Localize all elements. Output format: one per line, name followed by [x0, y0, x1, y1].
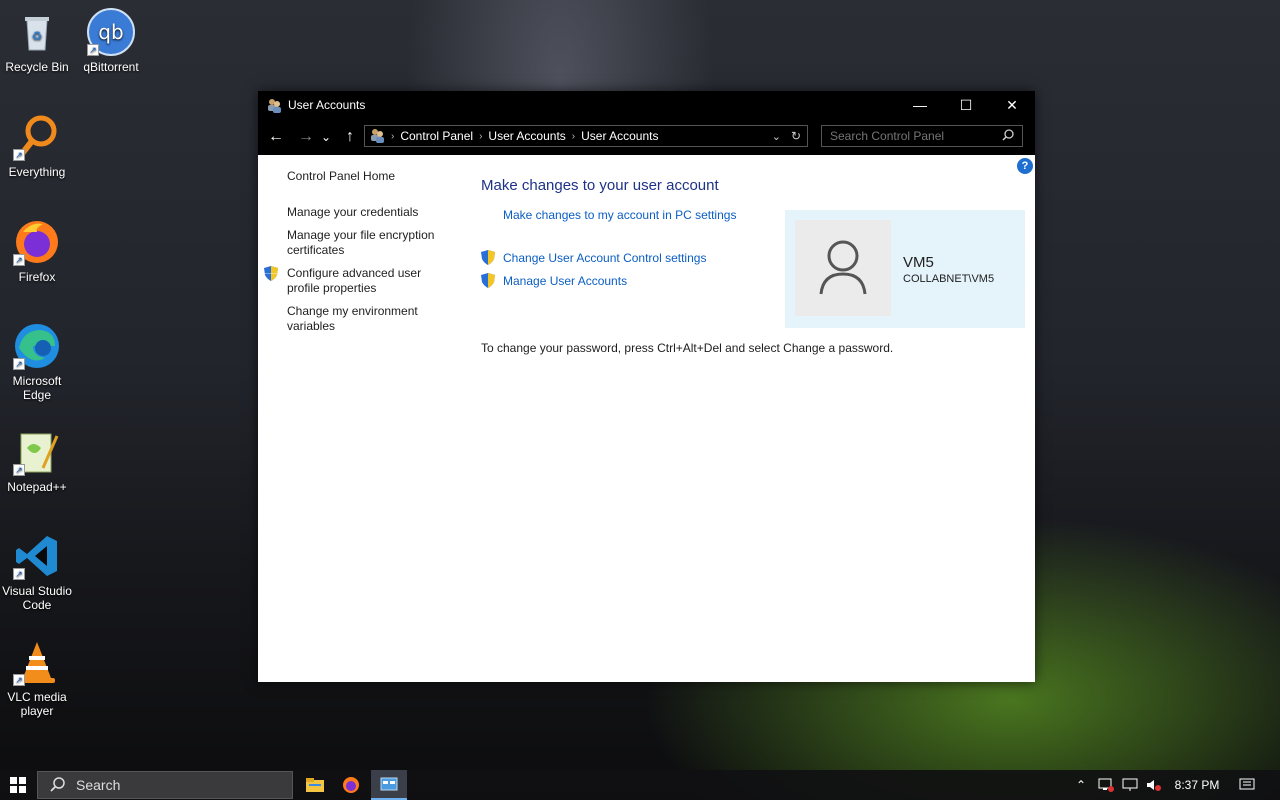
- file-explorer-icon[interactable]: [297, 770, 333, 800]
- nav-advanced-profile-properties[interactable]: Configure advanced user profile properti…: [287, 266, 427, 296]
- avatar: [795, 220, 891, 316]
- forward-button[interactable]: →: [294, 125, 318, 149]
- desktop-icon-recycle-bin[interactable]: ♻ Recycle Bin: [0, 8, 74, 74]
- search-icon: [1002, 128, 1014, 144]
- search-icon: [50, 776, 66, 795]
- page-heading: Make changes to your user account: [481, 177, 719, 194]
- up-button[interactable]: ↑: [338, 125, 362, 149]
- password-note: To change your password, press Ctrl+Alt+…: [481, 341, 894, 355]
- firefox-taskbar-icon[interactable]: [333, 770, 369, 800]
- shortcut-arrow-icon: ↗: [13, 358, 25, 370]
- shortcut-arrow-icon: ↗: [13, 149, 25, 161]
- account-name: VM5: [903, 254, 934, 271]
- recycle-bin-icon: ♻: [13, 8, 61, 56]
- uac-shield-icon: [481, 273, 495, 288]
- shortcut-arrow-icon: ↗: [13, 674, 25, 686]
- desktop-icon-qbittorrent[interactable]: qb ↗ qBittorrent: [74, 8, 148, 74]
- breadcrumb-control-panel[interactable]: Control Panel: [400, 129, 473, 143]
- network-status-icon[interactable]: [1096, 770, 1116, 800]
- close-button[interactable]: ✕: [989, 91, 1035, 119]
- shortcut-arrow-icon: ↗: [87, 44, 99, 56]
- refresh-icon[interactable]: ↻: [791, 129, 801, 143]
- address-dropdown-icon[interactable]: ⌄: [772, 130, 781, 143]
- user-accounts-icon: [266, 97, 282, 113]
- pc-settings-link[interactable]: Make changes to my account in PC setting…: [503, 208, 781, 222]
- nav-manage-credentials[interactable]: Manage your credentials: [287, 205, 447, 220]
- qbittorrent-icon: qb ↗: [87, 8, 135, 56]
- start-button[interactable]: [0, 770, 36, 800]
- shortcut-arrow-icon: ↗: [13, 254, 25, 266]
- window-title: User Accounts: [288, 98, 366, 112]
- volume-muted-icon[interactable]: [1144, 770, 1164, 800]
- windows-logo-icon: [10, 777, 26, 793]
- left-navigation-pane: Control Panel Home Manage your credentia…: [264, 169, 447, 342]
- uac-shield-icon: [481, 250, 495, 265]
- breadcrumb-user-accounts-current[interactable]: User Accounts: [581, 129, 658, 143]
- recent-locations-button[interactable]: ⌄: [318, 125, 334, 149]
- desktop-icon-vscode[interactable]: ↗ Visual Studio Code: [0, 532, 74, 612]
- clock[interactable]: 8:37 PM: [1170, 770, 1224, 800]
- control-panel-taskbar-icon[interactable]: [371, 770, 407, 800]
- desktop-icon-label: Visual Studio Code: [2, 584, 72, 612]
- desktop-icon-notepadpp[interactable]: ↗ Notepad++: [0, 428, 74, 494]
- vlc-icon: ↗: [13, 638, 61, 686]
- back-button[interactable]: ←: [264, 125, 288, 149]
- breadcrumb-separator-icon: ›: [571, 130, 576, 142]
- user-silhouette-icon: [819, 240, 867, 295]
- address-bar[interactable]: › Control Panel › User Accounts › User A…: [364, 125, 808, 147]
- account-domain: COLLABNET\VM5: [903, 273, 995, 285]
- breadcrumb-user-accounts[interactable]: User Accounts: [488, 129, 565, 143]
- taskbar-search-label: Search: [76, 777, 121, 793]
- breadcrumb-separator-icon: ›: [391, 130, 395, 142]
- desktop-icon-label: Notepad++: [7, 480, 67, 494]
- desktop-icon-label: Microsoft Edge: [12, 374, 62, 402]
- desktop-icon-edge[interactable]: ↗ Microsoft Edge: [0, 322, 74, 402]
- main-pane: Make changes to your user account Make c…: [481, 177, 893, 355]
- title-bar[interactable]: User Accounts — ☐ ✕: [258, 91, 1035, 119]
- svg-text:qb: qb: [98, 20, 123, 44]
- search-input[interactable]: [828, 128, 992, 144]
- nav-environment-variables[interactable]: Change my environment variables: [287, 304, 427, 334]
- desktop-icon-everything[interactable]: ↗ Everything: [0, 113, 74, 179]
- desktop-icon-label: qBittorrent: [83, 60, 139, 74]
- help-icon[interactable]: ?: [1017, 158, 1033, 174]
- search-box[interactable]: [821, 125, 1023, 147]
- desktop-icon-firefox[interactable]: ↗ Firefox: [0, 218, 74, 284]
- taskbar-search-box[interactable]: Search: [37, 771, 293, 799]
- user-accounts-icon: [369, 127, 385, 146]
- display-icon[interactable]: [1120, 770, 1140, 800]
- desktop-icon-label: Everything: [8, 165, 66, 179]
- desktop-icon-label: Firefox: [18, 270, 56, 284]
- action-center-icon[interactable]: [1236, 770, 1258, 800]
- nav-file-encryption-certificates[interactable]: Manage your file encryption certificates: [287, 228, 439, 258]
- uac-shield-icon: [264, 266, 278, 281]
- account-card: VM5 COLLABNET\VM5: [785, 210, 1025, 328]
- edge-icon: ↗: [13, 322, 61, 370]
- taskbar: Search ⌃ 8:37 PM: [0, 770, 1280, 800]
- shortcut-arrow-icon: ↗: [13, 568, 25, 580]
- content-area: ? Control Panel Home Manage your credent…: [258, 155, 1035, 682]
- everything-search-icon: ↗: [13, 113, 61, 161]
- user-accounts-window: User Accounts — ☐ ✕ ← → ⌄ ↑ › Control Pa…: [258, 91, 1035, 682]
- notepadpp-icon: ↗: [13, 428, 61, 476]
- show-hidden-icons-icon[interactable]: ⌃: [1072, 770, 1090, 800]
- uac-settings-link[interactable]: Change User Account Control settings: [503, 251, 706, 265]
- navigation-bar: ← → ⌄ ↑ › Control Panel › User Accounts …: [258, 119, 1035, 155]
- vscode-icon: ↗: [13, 532, 61, 580]
- desktop-icon-label: VLC media player: [7, 690, 67, 718]
- nav-control-panel-home[interactable]: Control Panel Home: [287, 169, 447, 184]
- firefox-icon: ↗: [13, 218, 61, 266]
- minimize-button[interactable]: —: [897, 91, 943, 119]
- breadcrumb-separator-icon: ›: [479, 130, 483, 142]
- manage-user-accounts-link[interactable]: Manage User Accounts: [503, 274, 627, 288]
- desktop-icon-label: Recycle Bin: [5, 60, 69, 74]
- shortcut-arrow-icon: ↗: [13, 464, 25, 476]
- maximize-button[interactable]: ☐: [943, 91, 989, 119]
- desktop-icon-vlc[interactable]: ↗ VLC media player: [0, 638, 74, 718]
- svg-text:♻: ♻: [32, 29, 43, 43]
